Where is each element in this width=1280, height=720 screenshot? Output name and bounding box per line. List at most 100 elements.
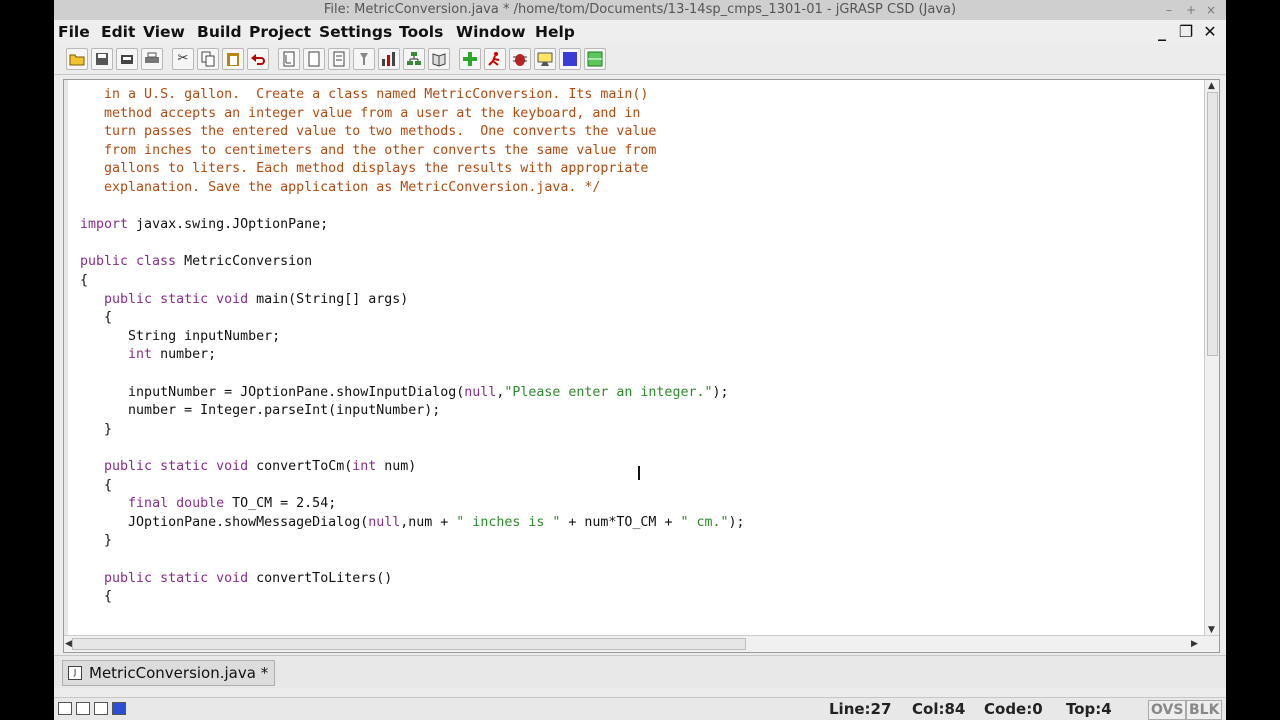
open-icon[interactable] bbox=[66, 48, 88, 70]
mdi-close-icon[interactable]: ✕ bbox=[1200, 22, 1220, 42]
unfold-icon[interactable] bbox=[353, 48, 375, 70]
menu-edit[interactable]: Edit bbox=[101, 20, 135, 44]
mdi-minimize-icon[interactable]: _ bbox=[1152, 22, 1172, 42]
code-line[interactable]: { bbox=[80, 588, 112, 606]
undo-icon[interactable] bbox=[247, 48, 269, 70]
code-line[interactable]: { bbox=[80, 477, 112, 495]
code-token: null bbox=[368, 514, 401, 530]
code-token: public class bbox=[80, 254, 177, 270]
cut-icon[interactable]: ✂ bbox=[172, 48, 194, 70]
code-line[interactable]: inputNumber = JOptionPane.showInputDialo… bbox=[80, 384, 728, 402]
code-line[interactable]: } bbox=[80, 421, 112, 439]
code-token: { bbox=[104, 310, 113, 326]
uml-icon[interactable] bbox=[378, 48, 400, 70]
step-icon[interactable] bbox=[534, 48, 556, 70]
split-view-icon[interactable] bbox=[94, 702, 108, 715]
save-icon[interactable] bbox=[91, 48, 113, 70]
window-view-icon[interactable] bbox=[112, 702, 126, 715]
menu-view[interactable]: View bbox=[143, 20, 185, 44]
code-line[interactable]: } bbox=[80, 532, 112, 550]
minimize-icon[interactable]: – bbox=[1166, 0, 1172, 20]
horizontal-scrollbar[interactable]: ◀ ▶ bbox=[64, 635, 1219, 652]
close-window-icon[interactable]: × bbox=[1206, 0, 1216, 20]
code-line[interactable]: gallons to liters. Each method displays … bbox=[80, 160, 648, 178]
code-line[interactable]: in a U.S. gallon. Create a class named M… bbox=[80, 86, 648, 104]
code-token: MetricConversion bbox=[176, 254, 313, 270]
menu-window[interactable]: Window bbox=[456, 20, 526, 44]
code-line[interactable]: method accepts an integer value from a u… bbox=[80, 105, 640, 123]
code-token: main(String[] args) bbox=[248, 291, 409, 307]
status-bar: Line:27 Col:84 Code:0 Top:4 OVS BLK bbox=[54, 697, 1226, 720]
code-token: { bbox=[80, 273, 89, 288]
code-line[interactable]: from inches to centimeters and the other… bbox=[80, 142, 656, 160]
paste-icon[interactable] bbox=[222, 48, 244, 70]
scroll-right-icon[interactable]: ▶ bbox=[1191, 638, 1198, 650]
menu-bar: File Edit View Build Project Settings To… bbox=[54, 20, 1226, 44]
code-line[interactable]: int number; bbox=[80, 346, 216, 364]
generate-csd-icon[interactable] bbox=[278, 48, 300, 70]
code-line[interactable]: { bbox=[80, 272, 88, 290]
maximize-icon[interactable]: + bbox=[1186, 0, 1196, 20]
code-line[interactable]: public static void convertToLiters() bbox=[80, 570, 392, 588]
menu-settings[interactable]: Settings bbox=[319, 20, 392, 44]
code-line[interactable]: { bbox=[80, 309, 112, 327]
code-line[interactable]: final double TO_CM = 2.54; bbox=[80, 495, 336, 513]
tile-view-icon[interactable] bbox=[76, 702, 90, 715]
menu-build[interactable]: Build bbox=[197, 20, 242, 44]
code-token: import bbox=[80, 217, 129, 233]
block-mode-indicator: BLK bbox=[1186, 700, 1223, 720]
vertical-scroll-thumb[interactable] bbox=[1207, 92, 1218, 356]
code-area[interactable]: in a U.S. gallon. Create a class named M… bbox=[80, 86, 1199, 634]
code-line[interactable]: public class MetricConversion bbox=[80, 253, 312, 271]
code-line[interactable]: String inputNumber; bbox=[80, 328, 280, 346]
interactions-icon[interactable] bbox=[559, 48, 581, 70]
menu-file[interactable]: File bbox=[58, 20, 90, 44]
tab-metricconversion-java[interactable]: J MetricConversion.java * bbox=[62, 660, 276, 686]
code-token: convertToLiters() bbox=[248, 570, 393, 586]
menu-tools[interactable]: Tools bbox=[399, 20, 443, 44]
code-editor[interactable]: in a U.S. gallon. Create a class named M… bbox=[63, 79, 1220, 653]
menu-help[interactable]: Help bbox=[535, 20, 575, 44]
code-token: final double bbox=[128, 496, 225, 512]
run-icon[interactable] bbox=[459, 48, 481, 70]
code-line[interactable]: import javax.swing.JOptionPane; bbox=[80, 216, 328, 234]
code-token: public static void bbox=[104, 570, 249, 586]
code-token: JOptionPane.showMessageDialog( bbox=[128, 514, 369, 530]
code-line[interactable]: explanation. Save the application as Met… bbox=[80, 179, 600, 197]
horizontal-scroll-thumb[interactable] bbox=[72, 638, 746, 650]
save-all-icon[interactable] bbox=[116, 48, 138, 70]
code-line[interactable]: number = Integer.parseInt(inputNumber); bbox=[80, 402, 440, 420]
title-bar[interactable]: File: MetricConversion.java * /home/tom/… bbox=[54, 0, 1226, 20]
code-token: javax.swing.JOptionPane; bbox=[128, 217, 329, 233]
debug-icon[interactable] bbox=[484, 48, 506, 70]
code-line[interactable]: public static void convertToCm(int num) bbox=[80, 458, 416, 476]
bug-icon[interactable] bbox=[509, 48, 531, 70]
vertical-scrollbar[interactable]: ▲ ▼ bbox=[1204, 80, 1219, 636]
menu-project[interactable]: Project bbox=[249, 20, 311, 44]
scroll-up-icon[interactable]: ▲ bbox=[1208, 80, 1215, 92]
print-icon[interactable] bbox=[141, 48, 163, 70]
scroll-left-icon[interactable]: ◀ bbox=[65, 638, 72, 650]
copy-icon[interactable] bbox=[197, 48, 219, 70]
compile-icon[interactable] bbox=[403, 48, 425, 70]
workbench-icon[interactable] bbox=[584, 48, 606, 70]
fold-icon[interactable] bbox=[328, 48, 350, 70]
browse-icon[interactable] bbox=[428, 48, 450, 70]
remove-csd-icon[interactable] bbox=[303, 48, 325, 70]
mdi-restore-icon[interactable]: ❐ bbox=[1176, 22, 1196, 42]
code-token: ); bbox=[728, 514, 745, 530]
code-line[interactable]: JOptionPane.showMessageDialog(null,num +… bbox=[80, 514, 745, 532]
code-line[interactable]: turn passes the entered value to two met… bbox=[80, 123, 656, 141]
code-line[interactable]: public static void main(String[] args) bbox=[80, 291, 408, 309]
desktop-view-icon[interactable] bbox=[58, 702, 72, 715]
